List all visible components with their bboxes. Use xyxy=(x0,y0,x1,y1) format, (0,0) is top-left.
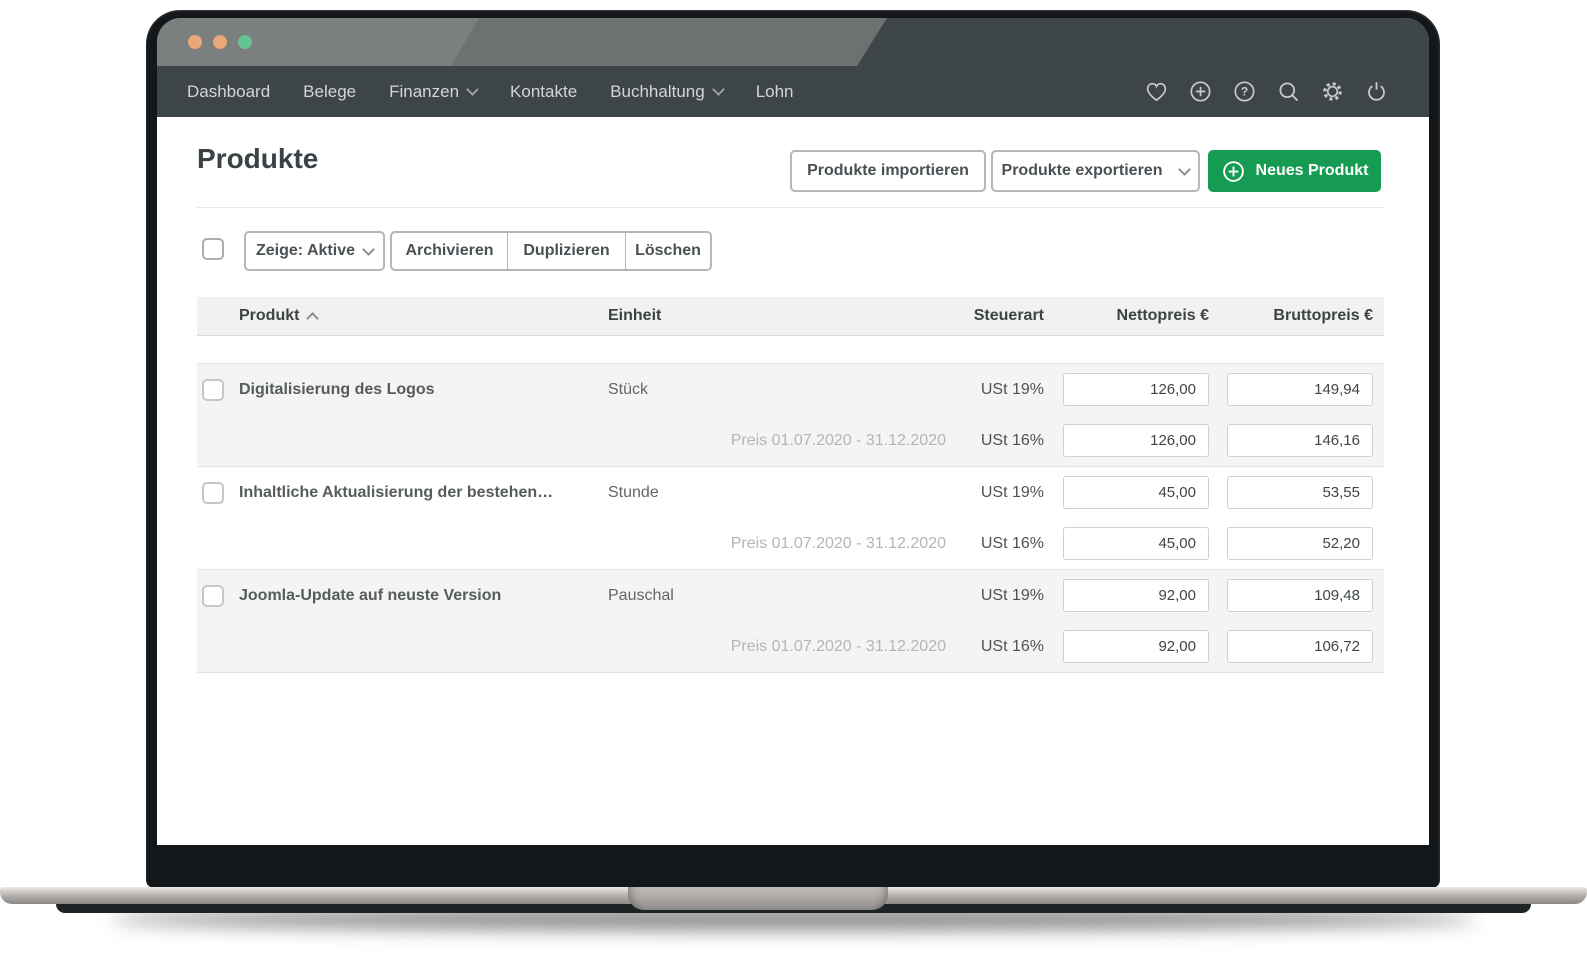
product-name[interactable]: Digitalisierung des Logos xyxy=(239,381,608,399)
product-name[interactable]: Joomla-Update auf neuste Version xyxy=(239,587,608,605)
tax-rate: USt 19% xyxy=(946,484,1044,502)
net-price-input[interactable] xyxy=(1063,373,1209,406)
table-row: Digitalisierung des Logos Stück USt 19% … xyxy=(197,363,1384,466)
window-controls xyxy=(188,35,252,49)
main-navbar: Dashboard Belege Finanzen Kontakte Buchh… xyxy=(157,66,1429,117)
nav-item-dashboard[interactable]: Dashboard xyxy=(187,82,270,102)
price-period-label: Preis 01.07.2020 - 31.12.2020 xyxy=(608,432,946,450)
sort-ascending-icon xyxy=(307,312,320,325)
table-row: Joomla-Update auf neuste Version Pauscha… xyxy=(197,569,1384,673)
search-icon[interactable] xyxy=(1276,79,1301,104)
window-titlebar xyxy=(157,18,1429,66)
row-checkbox[interactable] xyxy=(202,585,224,607)
net-price-input[interactable] xyxy=(1063,424,1209,457)
nav-label: Buchhaltung xyxy=(610,82,705,102)
duplicate-button[interactable]: Duplizieren xyxy=(507,233,625,269)
nav-label: Belege xyxy=(303,82,356,102)
laptop-mockup: Dashboard Belege Finanzen Kontakte Buchh… xyxy=(0,0,1587,970)
chevron-down-icon xyxy=(466,83,479,96)
product-table-body: Digitalisierung des Logos Stück USt 19% … xyxy=(197,363,1384,673)
net-price-input[interactable] xyxy=(1063,579,1209,612)
button-label: Neues Produkt xyxy=(1256,162,1369,180)
laptop-screen-frame: Dashboard Belege Finanzen Kontakte Buchh… xyxy=(146,10,1440,888)
plus-circle-icon xyxy=(1221,159,1246,184)
window-control-2[interactable] xyxy=(213,35,227,49)
table-row: Inhaltliche Aktualisierung der bestehen…… xyxy=(197,466,1384,569)
gross-price-input[interactable] xyxy=(1227,476,1373,509)
window-control-1[interactable] xyxy=(188,35,202,49)
nav-menu: Dashboard Belege Finanzen Kontakte Buchh… xyxy=(187,82,794,102)
nav-label: Dashboard xyxy=(187,82,270,102)
tax-rate: USt 16% xyxy=(946,432,1044,450)
new-product-button[interactable]: Neues Produkt xyxy=(1208,150,1381,192)
svg-text:?: ? xyxy=(1241,85,1248,99)
product-unit: Stunde xyxy=(608,484,946,502)
window-control-3[interactable] xyxy=(238,35,252,49)
gross-price-input[interactable] xyxy=(1227,579,1373,612)
nav-icon-group: ? xyxy=(1144,79,1389,104)
price-period-label: Preis 01.07.2020 - 31.12.2020 xyxy=(608,535,946,553)
bulk-actions-group: Archivieren Duplizieren Löschen xyxy=(390,231,712,271)
price-period-label: Preis 01.07.2020 - 31.12.2020 xyxy=(608,638,946,656)
chevron-down-icon xyxy=(712,83,725,96)
page-title: Produkte xyxy=(197,143,318,175)
product-unit: Pauschal xyxy=(608,587,946,605)
button-label: Produkte importieren xyxy=(807,162,969,180)
plus-circle-icon[interactable] xyxy=(1188,79,1213,104)
gross-price-input[interactable] xyxy=(1227,630,1373,663)
nav-item-buchhaltung[interactable]: Buchhaltung xyxy=(610,82,723,102)
nav-item-finanzen[interactable]: Finanzen xyxy=(389,82,477,102)
gross-price-input[interactable] xyxy=(1227,424,1373,457)
button-label: Produkte exportieren xyxy=(1002,162,1163,180)
heart-icon[interactable] xyxy=(1144,79,1169,104)
gross-price-input[interactable] xyxy=(1227,373,1373,406)
net-price-input[interactable] xyxy=(1063,630,1209,663)
tax-rate: USt 19% xyxy=(946,381,1044,399)
row-checkbox[interactable] xyxy=(202,379,224,401)
power-icon[interactable] xyxy=(1364,79,1389,104)
export-products-button[interactable]: Produkte exportieren xyxy=(991,150,1200,192)
column-label: Produkt xyxy=(239,307,299,325)
select-all-checkbox[interactable] xyxy=(202,238,224,260)
nav-item-belege[interactable]: Belege xyxy=(303,82,356,102)
column-header-net[interactable]: Nettopreis € xyxy=(1117,307,1209,325)
net-price-input[interactable] xyxy=(1063,476,1209,509)
gross-price-input[interactable] xyxy=(1227,527,1373,560)
column-header-product[interactable]: Produkt xyxy=(239,307,608,325)
show-filter-dropdown[interactable]: Zeige: Aktive xyxy=(244,231,385,271)
delete-button[interactable]: Löschen xyxy=(625,233,710,269)
tax-rate: USt 16% xyxy=(946,638,1044,656)
archive-button[interactable]: Archivieren xyxy=(392,233,507,269)
laptop-base-notch xyxy=(628,887,888,910)
nav-label: Finanzen xyxy=(389,82,459,102)
section-divider xyxy=(197,207,1384,208)
nav-item-lohn[interactable]: Lohn xyxy=(756,82,794,102)
screen: Dashboard Belege Finanzen Kontakte Buchh… xyxy=(157,18,1429,845)
nav-item-kontakte[interactable]: Kontakte xyxy=(510,82,577,102)
chevron-down-icon xyxy=(362,243,375,256)
net-price-input[interactable] xyxy=(1063,527,1209,560)
tax-rate: USt 16% xyxy=(946,535,1044,553)
gear-icon[interactable] xyxy=(1320,79,1345,104)
chevron-down-icon xyxy=(1179,163,1192,176)
page-content: Produkte Produkte importieren Produkte e… xyxy=(157,117,1429,845)
product-name[interactable]: Inhaltliche Aktualisierung der bestehen… xyxy=(239,484,608,502)
nav-label: Kontakte xyxy=(510,82,577,102)
import-products-button[interactable]: Produkte importieren xyxy=(790,150,986,192)
help-circle-icon[interactable]: ? xyxy=(1232,79,1257,104)
nav-label: Lohn xyxy=(756,82,794,102)
column-header-tax[interactable]: Steuerart xyxy=(946,307,1044,325)
filter-label: Zeige: Aktive xyxy=(256,242,355,260)
tax-rate: USt 19% xyxy=(946,587,1044,605)
product-unit: Stück xyxy=(608,381,946,399)
table-header: Produkt Einheit Steuerart Nettopreis € B… xyxy=(197,297,1384,336)
row-checkbox[interactable] xyxy=(202,482,224,504)
column-header-unit[interactable]: Einheit xyxy=(608,307,946,325)
column-header-gross[interactable]: Bruttopreis € xyxy=(1273,307,1373,325)
